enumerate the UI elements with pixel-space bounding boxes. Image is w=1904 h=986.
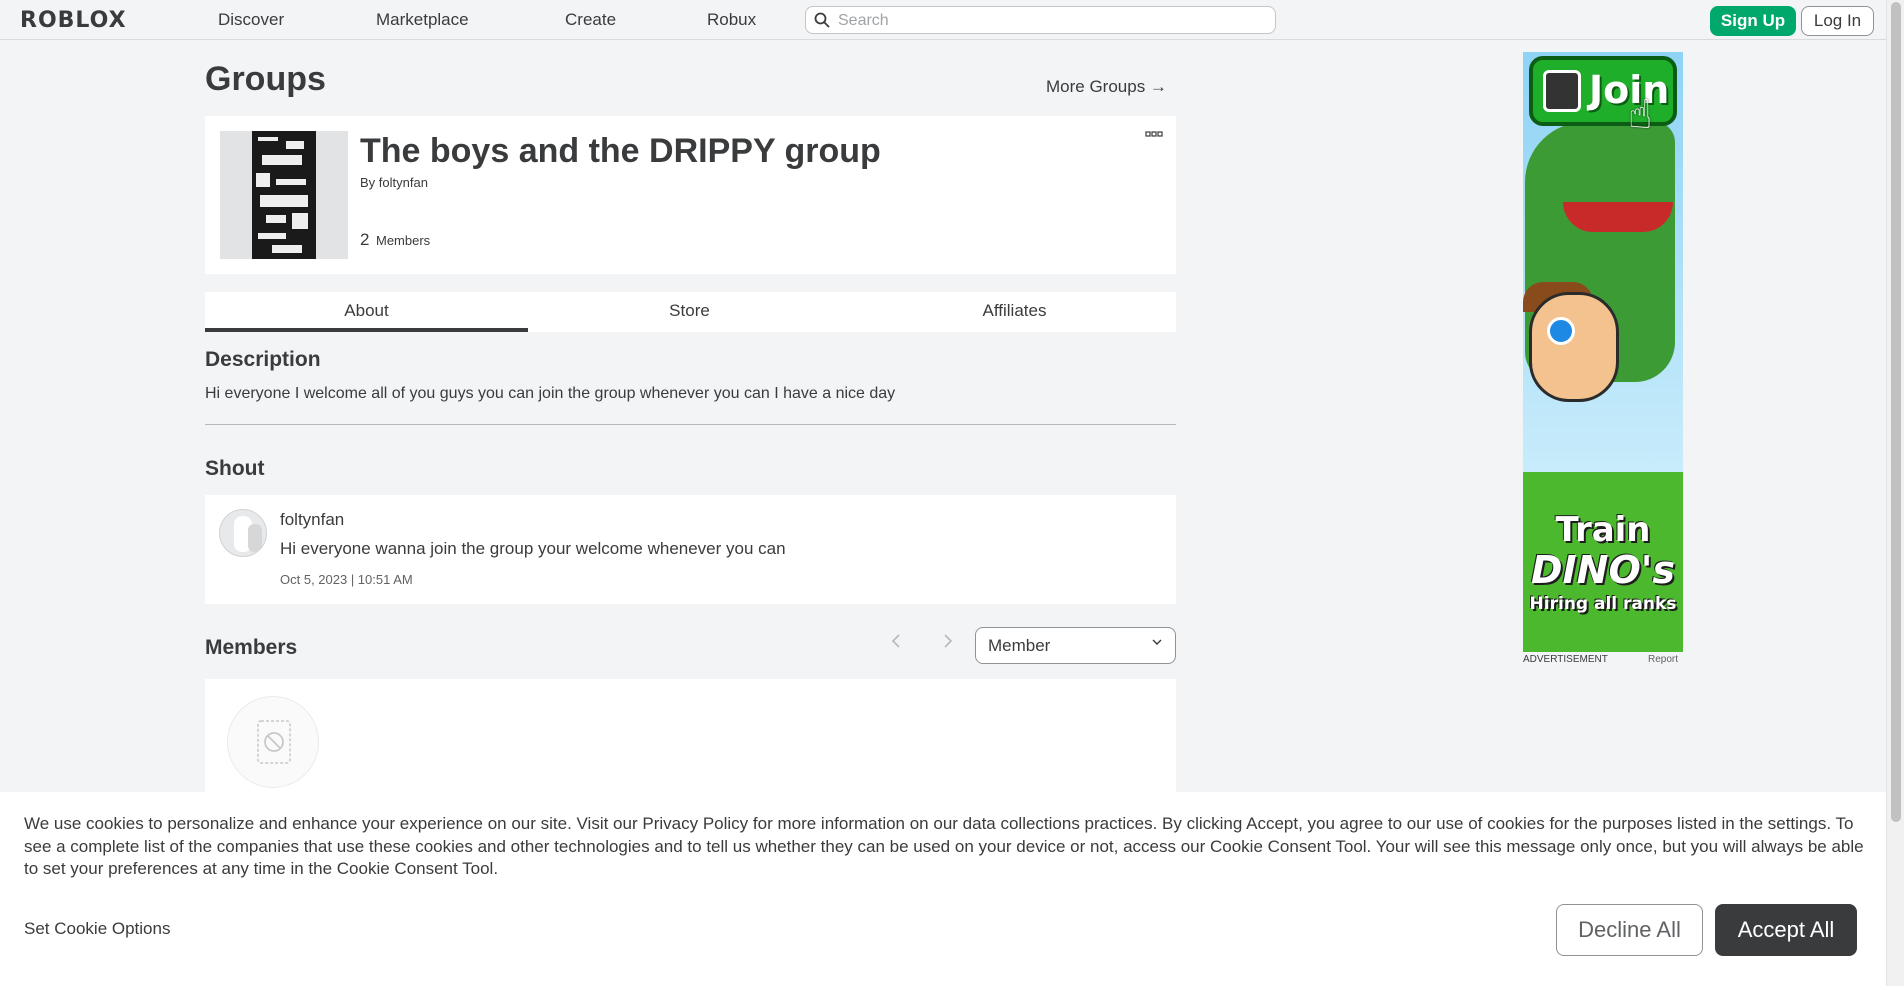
privacy-policy-link[interactable]: Privacy Policy — [642, 814, 748, 833]
role-dropdown-value: Member — [988, 636, 1051, 655]
tab-about[interactable]: About — [205, 292, 528, 332]
accept-all-button[interactable]: Accept All — [1715, 904, 1857, 956]
shout-username[interactable]: foltynfan — [280, 510, 344, 530]
group-name: The boys and the DRIPPY group — [360, 132, 881, 170]
description-title: Description — [205, 348, 321, 371]
chevron-left-icon[interactable] — [890, 633, 902, 649]
page-title: Groups — [205, 60, 326, 98]
page-scrollbar[interactable] — [1886, 0, 1904, 986]
group-emblem-image — [252, 131, 316, 259]
top-navigation-bar: ROBLOX Discover Marketplace Create Robux… — [0, 0, 1886, 40]
group-header-card: The boys and the DRIPPY group By foltynf… — [205, 116, 1176, 274]
ad-join-button: Join — [1529, 56, 1677, 126]
ad-character-eye — [1547, 317, 1575, 345]
cookie-text: We use cookies to personalize and enhanc… — [24, 813, 1864, 881]
nav-marketplace[interactable]: Marketplace — [376, 10, 469, 30]
group-member-count: 2 — [360, 230, 370, 249]
unavailable-image-icon — [257, 720, 291, 764]
group-tabs: About Store Affiliates — [205, 292, 1176, 332]
ad-join-icon — [1543, 70, 1581, 112]
advertisement-banner[interactable]: Join ☝ Train DINO's Hiring all ranks — [1523, 52, 1683, 652]
cookie-text-intro: We use cookies to personalize and enhanc… — [24, 814, 643, 833]
group-emblem — [220, 131, 348, 259]
divider — [205, 424, 1176, 425]
tab-store[interactable]: Store — [528, 292, 851, 332]
ad-report-link[interactable]: Report — [1648, 654, 1678, 665]
search-icon — [814, 12, 830, 28]
members-list — [205, 679, 1176, 799]
ad-headline-2: DINO's — [1530, 548, 1676, 592]
cookie-consent-banner: We use cookies to personalize and enhanc… — [0, 792, 1886, 986]
roblox-logo[interactable]: ROBLOX — [20, 8, 127, 33]
log-in-button[interactable]: Log In — [1801, 6, 1874, 36]
member-avatar[interactable] — [227, 696, 319, 788]
ad-dinosaur-mouth — [1563, 202, 1673, 232]
members-title: Members — [205, 636, 298, 659]
set-cookie-options-link[interactable]: Set Cookie Options — [24, 919, 170, 939]
chevron-right-icon[interactable] — [942, 633, 954, 649]
nav-discover[interactable]: Discover — [218, 10, 284, 30]
decline-all-button[interactable]: Decline All — [1556, 904, 1703, 956]
role-dropdown[interactable]: Member — [975, 627, 1176, 664]
ad-headline-1: Train — [1555, 510, 1651, 550]
shout-title: Shout — [205, 457, 265, 480]
ellipsis-icon[interactable] — [1145, 130, 1163, 138]
search-placeholder: Search — [838, 12, 889, 29]
description-text: Hi everyone I welcome all of you guys yo… — [205, 385, 896, 402]
shout-body: Hi everyone wanna join the group your we… — [280, 539, 786, 558]
shout-timestamp: Oct 5, 2023 | 10:51 AM — [280, 572, 413, 587]
shout-card: foltynfan Hi everyone wanna join the gro… — [205, 495, 1176, 604]
ad-headline-3: Hiring all ranks — [1529, 594, 1677, 614]
sign-up-button[interactable]: Sign Up — [1710, 6, 1796, 36]
group-owner-prefix: By — [360, 175, 376, 190]
chevron-down-icon — [1152, 639, 1162, 645]
group-member-label: Members — [376, 233, 431, 248]
nav-robux[interactable]: Robux — [707, 10, 756, 30]
pointer-hand-icon: ☝ — [1628, 93, 1653, 137]
advertisement-label: ADVERTISEMENT — [1523, 654, 1608, 665]
ad-character-face — [1529, 292, 1619, 402]
search-input[interactable]: Search — [805, 6, 1276, 34]
tab-affiliates[interactable]: Affiliates — [853, 292, 1176, 332]
avatar[interactable] — [219, 509, 267, 557]
group-owner-link[interactable]: foltynfan — [379, 175, 428, 190]
scrollbar-thumb[interactable] — [1891, 2, 1901, 822]
nav-create[interactable]: Create — [565, 10, 616, 30]
group-owner-line: By foltynfan — [360, 175, 428, 190]
more-groups-link[interactable]: More Groups → — [1046, 77, 1167, 97]
